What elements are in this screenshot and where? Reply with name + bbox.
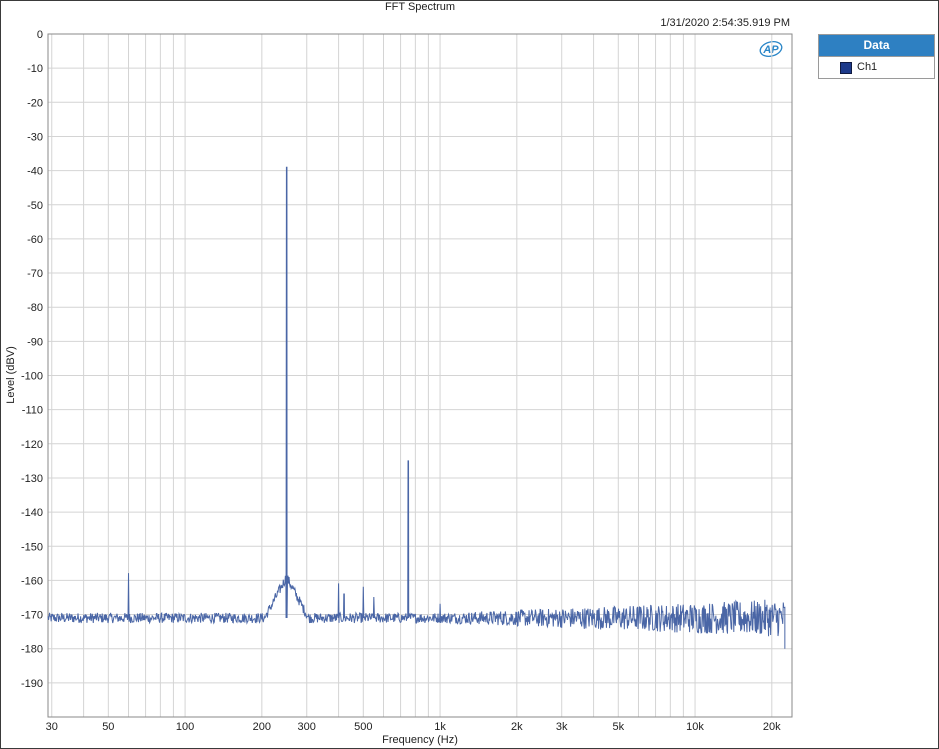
y-tick-label: 0: [37, 29, 43, 41]
x-tick-label: 500: [354, 721, 372, 733]
fft-chart: FFT Spectrum 1/31/2020 2:54:35.919 PM AP…: [5, 1, 793, 746]
y-tick-label: -90: [27, 336, 43, 348]
y-tick-label: -120: [21, 439, 43, 451]
y-axis-label: Level (dBV): [5, 346, 17, 403]
y-tick-label: -50: [27, 200, 43, 212]
y-tick-label: -150: [21, 541, 43, 553]
x-tick-label: 100: [176, 721, 194, 733]
y-tick-label: -70: [27, 268, 43, 280]
x-tick-label: 1k: [434, 721, 446, 733]
legend-label: Ch1: [857, 61, 878, 73]
y-tick-label: -40: [27, 166, 43, 178]
y-tick-label: -110: [22, 405, 43, 417]
x-tick-label: 30: [46, 721, 58, 733]
x-tick-label: 2k: [511, 721, 523, 733]
x-tick-label: 300: [298, 721, 316, 733]
timestamp-label: 1/31/2020 2:54:35.919 PM: [660, 17, 790, 29]
legend-item-ch1[interactable]: Ch1: [819, 57, 934, 78]
legend-panel: Data Ch1: [818, 34, 935, 79]
series-line-ch1: [47, 166, 786, 649]
x-tick-label: 200: [253, 721, 271, 733]
y-axis-ticks: 0 -10 -20 -30 -40 -50 -60 -70 -80 -90 -100 -110 -120…: [21, 29, 43, 690]
x-tick-label: 20k: [763, 721, 781, 733]
y-tick-label: -100: [21, 371, 43, 383]
x-tick-label: 50: [102, 721, 114, 733]
y-tick-label: -160: [21, 575, 43, 587]
y-tick-label: -180: [21, 644, 43, 656]
x-tick-label: 5k: [612, 721, 624, 733]
y-tick-label: -80: [27, 302, 43, 314]
y-tick-label: -20: [27, 97, 43, 109]
ap-logo-icon: AP: [759, 41, 783, 57]
y-tick-label: -190: [21, 678, 43, 690]
y-tick-label: -130: [21, 473, 43, 485]
y-tick-label: -60: [27, 234, 43, 246]
x-axis-ticks: 30 50 100 200 300 500 1k 2k 3k 5k 10k 20k: [46, 721, 782, 733]
y-tick-label: -140: [21, 507, 43, 519]
legend-swatch: [840, 62, 852, 74]
ap-logo-text: AP: [762, 44, 779, 56]
chart-title: FFT Spectrum: [385, 1, 455, 13]
y-tick-label: -10: [27, 63, 43, 75]
y-tick-label: -30: [27, 131, 43, 143]
x-axis-label: Frequency (Hz): [382, 734, 458, 746]
x-tick-label: 3k: [556, 721, 568, 733]
x-tick-label: 10k: [686, 721, 704, 733]
y-tick-label: -170: [21, 610, 43, 622]
legend-header: Data: [819, 35, 934, 57]
